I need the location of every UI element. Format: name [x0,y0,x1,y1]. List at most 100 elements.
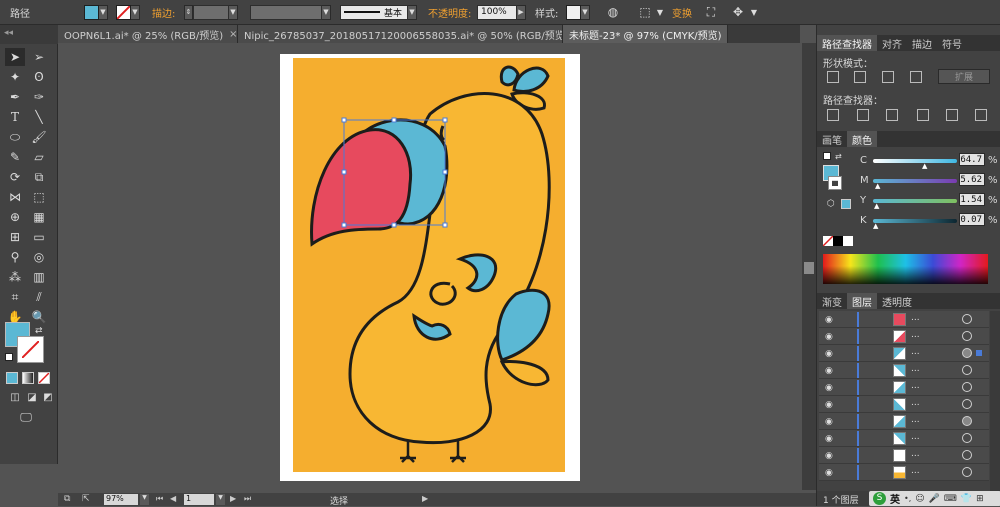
pen-tool-icon[interactable]: ✒ [5,88,25,106]
target-icon[interactable] [962,399,972,409]
out-of-gamut-icon[interactable]: ⬡ [827,199,835,209]
black-value[interactable]: 0.07 [959,213,985,226]
target-icon[interactable] [962,416,972,426]
gradient-tool-icon[interactable]: ▭ [29,228,49,246]
layer-row[interactable]: ◉... [819,328,989,345]
first-artboard-icon[interactable]: ⏮ [156,494,163,504]
minus-front-icon[interactable] [854,71,866,83]
transform-link[interactable]: 变换 [672,4,692,20]
free-transform-tool-icon[interactable]: ⬚ [29,188,49,206]
selection-handle[interactable] [392,223,396,227]
eye-icon[interactable]: ◉ [825,417,833,427]
ime-keyboard-icon[interactable]: ⌨ [944,494,957,504]
eyedropper-tool-icon[interactable]: ⚲ [5,248,25,266]
ime-mic-icon[interactable]: 🎤 [929,494,940,504]
tab-symbols[interactable]: 符号 [937,35,967,51]
swap-icon[interactable]: ⇄ [835,152,842,161]
chevron-right-icon[interactable]: ▶ [517,5,526,20]
stepper-icon[interactable]: ⇕ [184,5,193,20]
default-fill-stroke-icon[interactable] [823,152,831,160]
yellow-slider-handle[interactable]: ▲ [874,202,879,210]
perspective-grid-tool-icon[interactable]: ▦ [29,208,49,226]
align-icon[interactable]: ⬚ [637,4,653,20]
layer-row[interactable]: ◉... [819,447,989,464]
divide-icon[interactable] [827,109,839,121]
opacity-input[interactable]: 100% [477,5,517,20]
zoom-field[interactable]: 97% [104,494,138,505]
zoom-tool-icon[interactable]: 🔍 [29,308,49,326]
scale-tool-icon[interactable]: ⧉ [29,168,49,186]
tab-gradient[interactable]: 渐变 [817,293,847,309]
target-icon[interactable] [962,450,972,460]
target-icon[interactable] [962,348,972,358]
tab-untitled-23[interactable]: 未标题-23* @ 97% (CMYK/预览)× [563,25,728,43]
prev-artboard-icon[interactable]: ◀ [170,494,176,503]
none-stroke-icon[interactable] [116,5,131,20]
cyan-slider-handle[interactable]: ▲ [922,162,927,170]
ime-toolbar[interactable]: S 英 •, ☺ 🎤 ⌨ 👕 ⊞ [869,491,1000,506]
chevron-down-icon[interactable]: ▼ [322,5,331,20]
outline-icon[interactable] [946,109,958,121]
layer-row[interactable]: ◉... [819,345,989,362]
swap-colors-icon[interactable]: ⇄ [35,326,43,336]
recolor-artwork-icon[interactable]: ◍ [605,4,621,20]
artboard-number-field[interactable]: 1 [184,494,214,505]
eye-icon[interactable]: ◉ [825,383,833,393]
last-artboard-icon[interactable]: ⏭ [244,494,251,504]
tab-color[interactable]: 颜色 [847,131,877,147]
next-artboard-icon[interactable]: ▶ [230,494,236,503]
target-icon[interactable] [962,433,972,443]
line-tool-icon[interactable]: ╲ [29,108,49,126]
chevron-down-icon[interactable]: ▼ [581,5,590,20]
eraser-tool-icon[interactable]: ▱ [29,148,49,166]
chevron-down-icon[interactable]: ▼ [746,4,762,20]
eye-icon[interactable]: ◉ [825,400,833,410]
slice-tool-icon[interactable]: ⫽ [29,288,49,306]
status-menu-icon[interactable]: ▶ [422,494,428,503]
width-profile-select[interactable] [250,5,322,20]
layer-row[interactable]: ◉... [819,413,989,430]
eye-icon[interactable]: ◉ [825,451,833,461]
tab-align[interactable]: 对齐 [877,35,907,51]
draw-inside-icon[interactable]: ◩ [38,388,58,406]
target-icon[interactable] [962,382,972,392]
stroke-weight-input[interactable] [193,5,229,20]
ime-punct-icon[interactable]: •, [904,494,911,503]
vertical-scroll-thumb[interactable] [804,262,814,274]
layers-scrollbar[interactable] [990,311,1000,491]
mesh-tool-icon[interactable]: ⊞ [5,228,25,246]
white-swatch[interactable] [843,236,853,246]
chevron-down-icon[interactable]: ▼ [216,494,225,505]
target-icon[interactable] [962,331,972,341]
layer-row[interactable]: ◉... [819,430,989,447]
chevron-down-icon[interactable]: ▼ [99,5,108,20]
ime-emoji-icon[interactable]: ☺ [915,494,924,504]
none-mode-icon[interactable] [38,372,50,384]
share-icon[interactable]: ⇱ [82,494,90,504]
black-swatch[interactable] [833,236,843,246]
chevron-down-icon[interactable]: ▼ [131,5,140,20]
variable-width-profile[interactable]: ▼ [250,4,331,20]
isolate-icon[interactable]: ⛶ [703,4,719,20]
trim-icon[interactable] [857,109,869,121]
opacity-label[interactable]: 不透明度: [428,4,471,20]
color-mode-icon[interactable] [6,372,18,384]
selection-handle[interactable] [443,223,447,227]
magenta-slider[interactable] [873,179,957,183]
eye-icon[interactable]: ◉ [825,434,833,444]
selection-handle[interactable] [392,118,396,122]
tab-pathfinder[interactable]: 路径查找器 [817,35,877,51]
gradient-mode-icon[interactable] [22,372,34,384]
color-panel-stroke-swatch[interactable] [829,177,841,189]
ime-logo-icon[interactable]: S [873,492,886,505]
brush-stroke-preview[interactable]: 基本 [340,5,408,20]
curvature-tool-icon[interactable]: ✑ [29,88,49,106]
pencil-tool-icon[interactable]: ✎ [5,148,25,166]
layer-row[interactable]: ◉... [819,379,989,396]
yellow-value[interactable]: 1.54 [959,193,985,206]
cyan-value[interactable]: 64.7 [959,153,985,166]
minus-back-icon[interactable] [975,109,987,121]
layer-row[interactable]: ◉... [819,464,989,481]
unite-icon[interactable] [827,71,839,83]
chevron-down-icon[interactable]: ▼ [408,5,417,20]
